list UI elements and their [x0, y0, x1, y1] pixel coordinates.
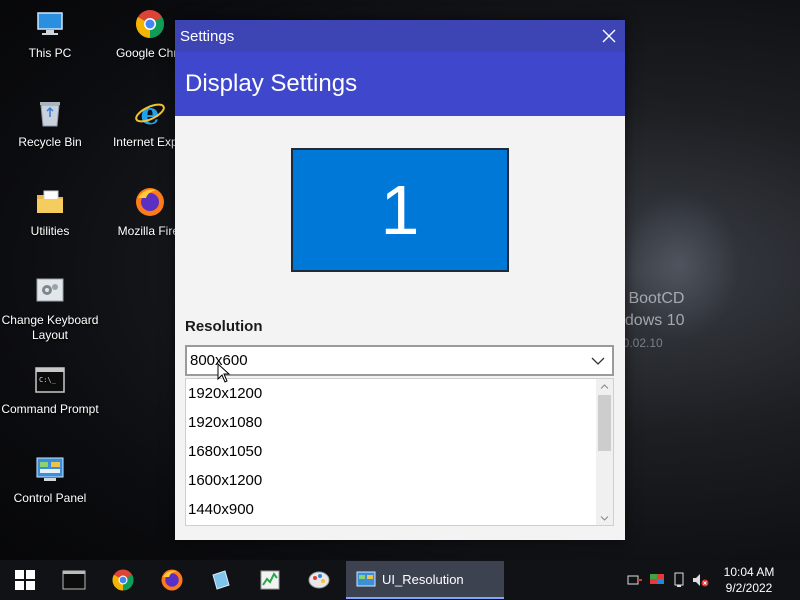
taskbar-chrome[interactable] — [98, 560, 147, 600]
resolution-label: Resolution — [185, 318, 263, 335]
wallpaper-line-3: 10.02.10 — [616, 336, 663, 350]
firefox-icon — [161, 569, 182, 591]
close-icon — [602, 29, 616, 43]
desktop-icon-control-panel[interactable]: Control Panel — [0, 453, 100, 506]
clock-time: 10:04 AM — [723, 565, 775, 579]
app-window-icon — [356, 571, 376, 587]
chevron-down-icon — [584, 357, 612, 365]
scrollbar-thumb[interactable] — [598, 395, 611, 451]
tray-network-icon[interactable] — [624, 560, 646, 600]
resolution-option[interactable]: 1680x1050 — [186, 437, 613, 466]
internet-explorer-icon: e — [135, 97, 165, 129]
desktop-icon-label: Change Keyboard Layout — [1, 313, 99, 342]
resolution-option[interactable]: 1920x1080 — [186, 408, 613, 437]
taskbar-firefox[interactable] — [147, 560, 196, 600]
paint-icon — [308, 571, 329, 589]
desktop-icon-label: Recycle Bin — [18, 135, 82, 149]
svg-text:e: e — [140, 97, 159, 129]
notepad-icon — [211, 570, 230, 590]
chrome-icon — [136, 10, 164, 38]
command-prompt-icon — [62, 570, 85, 590]
taskbar-clock[interactable]: 10:04 AM 9/2/2022 — [712, 564, 786, 596]
control-panel-icon — [36, 457, 64, 481]
task-manager-icon — [260, 570, 279, 590]
tray-volume-muted-icon[interactable] — [690, 560, 712, 600]
resolution-dropdown-list[interactable]: 1920x1200 1920x1080 1680x1050 1600x1200 … — [185, 378, 614, 526]
desktop-icon-this-pc[interactable]: This PC — [0, 8, 100, 61]
taskbar-active-app-label: UI_Resolution — [382, 571, 464, 587]
close-button[interactable] — [593, 20, 625, 52]
taskbar-paint[interactable] — [294, 560, 343, 600]
command-prompt-icon: C:\_ — [35, 367, 65, 393]
resolution-option[interactable]: 1920x1200 — [186, 379, 613, 408]
recycle-bin-icon — [40, 102, 60, 127]
scroll-up-arrow-icon[interactable] — [596, 379, 613, 393]
monitor-number: 1 — [380, 171, 420, 249]
desktop-icon-label: This PC — [28, 46, 72, 60]
taskbar: UI_Resolution 10:04 AM 9/2/2022 — [0, 560, 800, 600]
svg-text:C:\_: C:\_ — [39, 376, 57, 384]
page-title: Display Settings — [175, 52, 625, 116]
keyboard-settings-icon — [36, 278, 64, 302]
clock-date: 9/2/2022 — [725, 581, 773, 595]
taskbar-active-app[interactable]: UI_Resolution — [346, 561, 504, 599]
mouse-cursor-icon — [217, 363, 231, 383]
wallpaper-line-1: s BootCD — [616, 290, 685, 307]
desktop-icon-command-prompt[interactable]: C:\_ Command Prompt — [0, 364, 100, 417]
desktop-icon-label: Control Panel — [13, 491, 87, 505]
start-button[interactable] — [0, 560, 49, 600]
scroll-down-arrow-icon[interactable] — [596, 511, 613, 525]
resolution-option[interactable]: 1440x900 — [186, 495, 613, 524]
wallpaper-line-2: ndows 10 — [616, 312, 685, 329]
resolution-selected-value: 800x600 — [190, 352, 248, 369]
this-pc-icon — [37, 12, 63, 35]
resolution-select[interactable]: 800x600 — [185, 345, 614, 376]
monitor-preview[interactable]: 1 — [291, 148, 509, 272]
desktop-icon-label: Utilities — [30, 224, 70, 238]
desktop-icon-change-keyboard-layout[interactable]: Change Keyboard Layout — [0, 275, 100, 343]
dropdown-scrollbar[interactable] — [596, 379, 613, 525]
firefox-icon — [136, 188, 164, 216]
resolution-option[interactable]: 1600x1200 — [186, 466, 613, 495]
tray-usb-icon[interactable] — [668, 560, 690, 600]
settings-content: 1 Resolution 800x600 1920x1200 1920x1080… — [175, 116, 625, 540]
wallpaper-watermark: s BootCD ndows 10 10.02.10 — [616, 288, 685, 354]
show-desktop-button[interactable] — [786, 560, 800, 600]
windows-logo-icon — [14, 570, 35, 590]
folder-icon — [37, 190, 63, 213]
settings-window: Settings Display Settings 1 Resolution 8… — [175, 20, 625, 540]
desktop-icon-label: Command Prompt — [1, 402, 99, 416]
taskbar-notepad[interactable] — [196, 560, 245, 600]
tray-display-icon[interactable] — [646, 560, 668, 600]
desktop-icon-utilities[interactable]: Utilities — [0, 186, 100, 239]
desktop-icon-recycle-bin[interactable]: Recycle Bin — [0, 97, 100, 150]
system-tray: 10:04 AM 9/2/2022 — [624, 560, 800, 600]
window-title: Settings — [180, 27, 235, 45]
taskbar-command-prompt[interactable] — [49, 560, 98, 600]
window-titlebar[interactable]: Settings — [175, 20, 625, 52]
chrome-icon — [112, 569, 133, 591]
taskbar-task-manager[interactable] — [245, 560, 294, 600]
